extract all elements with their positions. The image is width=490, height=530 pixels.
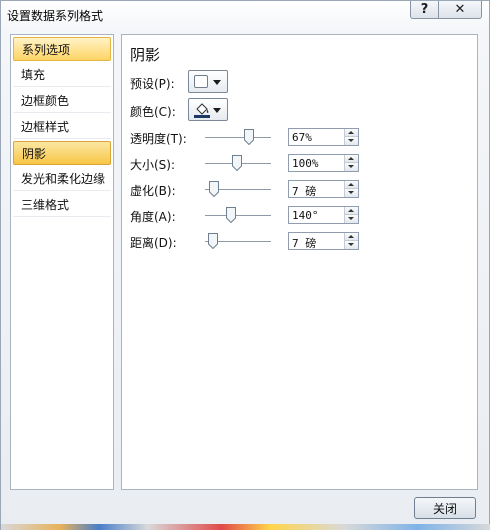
spin-up-icon[interactable] bbox=[345, 129, 358, 137]
sidebar-item-shadow[interactable]: 阴影 bbox=[13, 141, 111, 165]
distance-spinbox[interactable]: 7 磅 bbox=[288, 232, 359, 250]
transparency-value[interactable]: 67% bbox=[292, 131, 312, 144]
paint-bucket-icon bbox=[194, 103, 210, 118]
distance-value[interactable]: 7 磅 bbox=[292, 235, 316, 251]
spin-down-icon[interactable] bbox=[345, 215, 358, 223]
spin-buttons bbox=[344, 155, 358, 171]
spin-down-icon[interactable] bbox=[345, 137, 358, 145]
slider-thumb[interactable] bbox=[209, 181, 220, 197]
transparency-slider[interactable] bbox=[205, 129, 271, 145]
spin-buttons bbox=[344, 233, 358, 249]
spin-down-icon[interactable] bbox=[345, 163, 358, 171]
slider-track bbox=[205, 137, 271, 138]
sidebar-item-label: 阴影 bbox=[22, 146, 47, 161]
help-button[interactable]: ? bbox=[410, 1, 439, 19]
size-label: 大小(S): bbox=[130, 158, 176, 172]
close-button[interactable]: 关闭 bbox=[414, 497, 476, 519]
sidebar-item-label: 填充 bbox=[21, 68, 46, 82]
spin-buttons bbox=[344, 207, 358, 223]
size-slider[interactable] bbox=[205, 155, 271, 171]
distance-label: 距离(D): bbox=[130, 236, 177, 250]
spin-up-icon[interactable] bbox=[345, 155, 358, 163]
preset-dropdown[interactable] bbox=[188, 70, 228, 93]
size-value[interactable]: 100% bbox=[292, 157, 319, 170]
angle-label: 角度(A): bbox=[130, 210, 176, 224]
spin-up-icon[interactable] bbox=[345, 181, 358, 189]
sidebar-item-label: 发光和柔化边缘 bbox=[21, 172, 106, 186]
blur-value[interactable]: 7 磅 bbox=[292, 183, 316, 199]
sidebar-item-glow-soft-edges[interactable]: 发光和柔化边缘 bbox=[13, 167, 111, 191]
blur-label: 虚化(B): bbox=[130, 184, 176, 198]
sidebar-item-label: 边框颜色 bbox=[21, 94, 70, 108]
sidebar-item-label: 边框样式 bbox=[21, 120, 70, 134]
color-dropdown[interactable] bbox=[188, 98, 228, 121]
sidebar-item-border-style[interactable]: 边框样式 bbox=[13, 115, 111, 139]
background-taskbar-strip bbox=[1, 524, 490, 530]
shadow-settings-panel: 阴影 预设(P): 颜色(C): 透明度(T): 67% 大小(S): 100% 虚化(… bbox=[121, 34, 478, 490]
transparency-spinbox[interactable]: 67% bbox=[288, 128, 359, 146]
slider-thumb[interactable] bbox=[231, 155, 242, 171]
spin-up-icon[interactable] bbox=[345, 233, 358, 241]
section-title: 阴影 bbox=[130, 46, 161, 64]
sidebar-item-border-color[interactable]: 边框颜色 bbox=[13, 89, 111, 113]
close-icon[interactable]: ✕ bbox=[438, 1, 482, 19]
chevron-down-icon bbox=[213, 80, 221, 85]
slider-track bbox=[205, 215, 271, 216]
color-label: 颜色(C): bbox=[130, 105, 176, 119]
preset-label: 预设(P): bbox=[130, 77, 175, 91]
blur-spinbox[interactable]: 7 磅 bbox=[288, 180, 359, 198]
size-spinbox[interactable]: 100% bbox=[288, 154, 359, 172]
sidebar-item-fill[interactable]: 填充 bbox=[13, 63, 111, 87]
spin-down-icon[interactable] bbox=[345, 189, 358, 197]
angle-spinbox[interactable]: 140° bbox=[288, 206, 359, 224]
chevron-down-icon bbox=[213, 108, 221, 113]
sidebar-item-label: 系列选项 bbox=[22, 42, 71, 57]
spin-buttons bbox=[344, 129, 358, 145]
spin-up-icon[interactable] bbox=[345, 207, 358, 215]
dialog-title: 设置数据系列格式 bbox=[7, 9, 104, 23]
format-data-series-dialog: 设置数据系列格式 ? ✕ 系列选项 填充 边框颜色 边框样式 阴影 发光和柔化边… bbox=[0, 0, 490, 530]
sidebar-item-3d-format[interactable]: 三维格式 bbox=[13, 193, 111, 217]
distance-slider[interactable] bbox=[205, 233, 271, 249]
angle-slider[interactable] bbox=[205, 207, 271, 223]
transparency-label: 透明度(T): bbox=[130, 132, 187, 146]
category-sidebar: 系列选项 填充 边框颜色 边框样式 阴影 发光和柔化边缘 三维格式 bbox=[10, 34, 114, 490]
spin-down-icon[interactable] bbox=[345, 241, 358, 249]
sidebar-item-label: 三维格式 bbox=[21, 198, 70, 212]
sidebar-item-series-options[interactable]: 系列选项 bbox=[13, 37, 111, 61]
spin-buttons bbox=[344, 181, 358, 197]
slider-thumb[interactable] bbox=[244, 129, 255, 145]
angle-value[interactable]: 140° bbox=[292, 209, 319, 222]
slider-thumb[interactable] bbox=[225, 207, 236, 223]
blur-slider[interactable] bbox=[205, 181, 271, 197]
shadow-preset-swatch-icon bbox=[194, 75, 208, 88]
slider-thumb[interactable] bbox=[207, 233, 218, 249]
